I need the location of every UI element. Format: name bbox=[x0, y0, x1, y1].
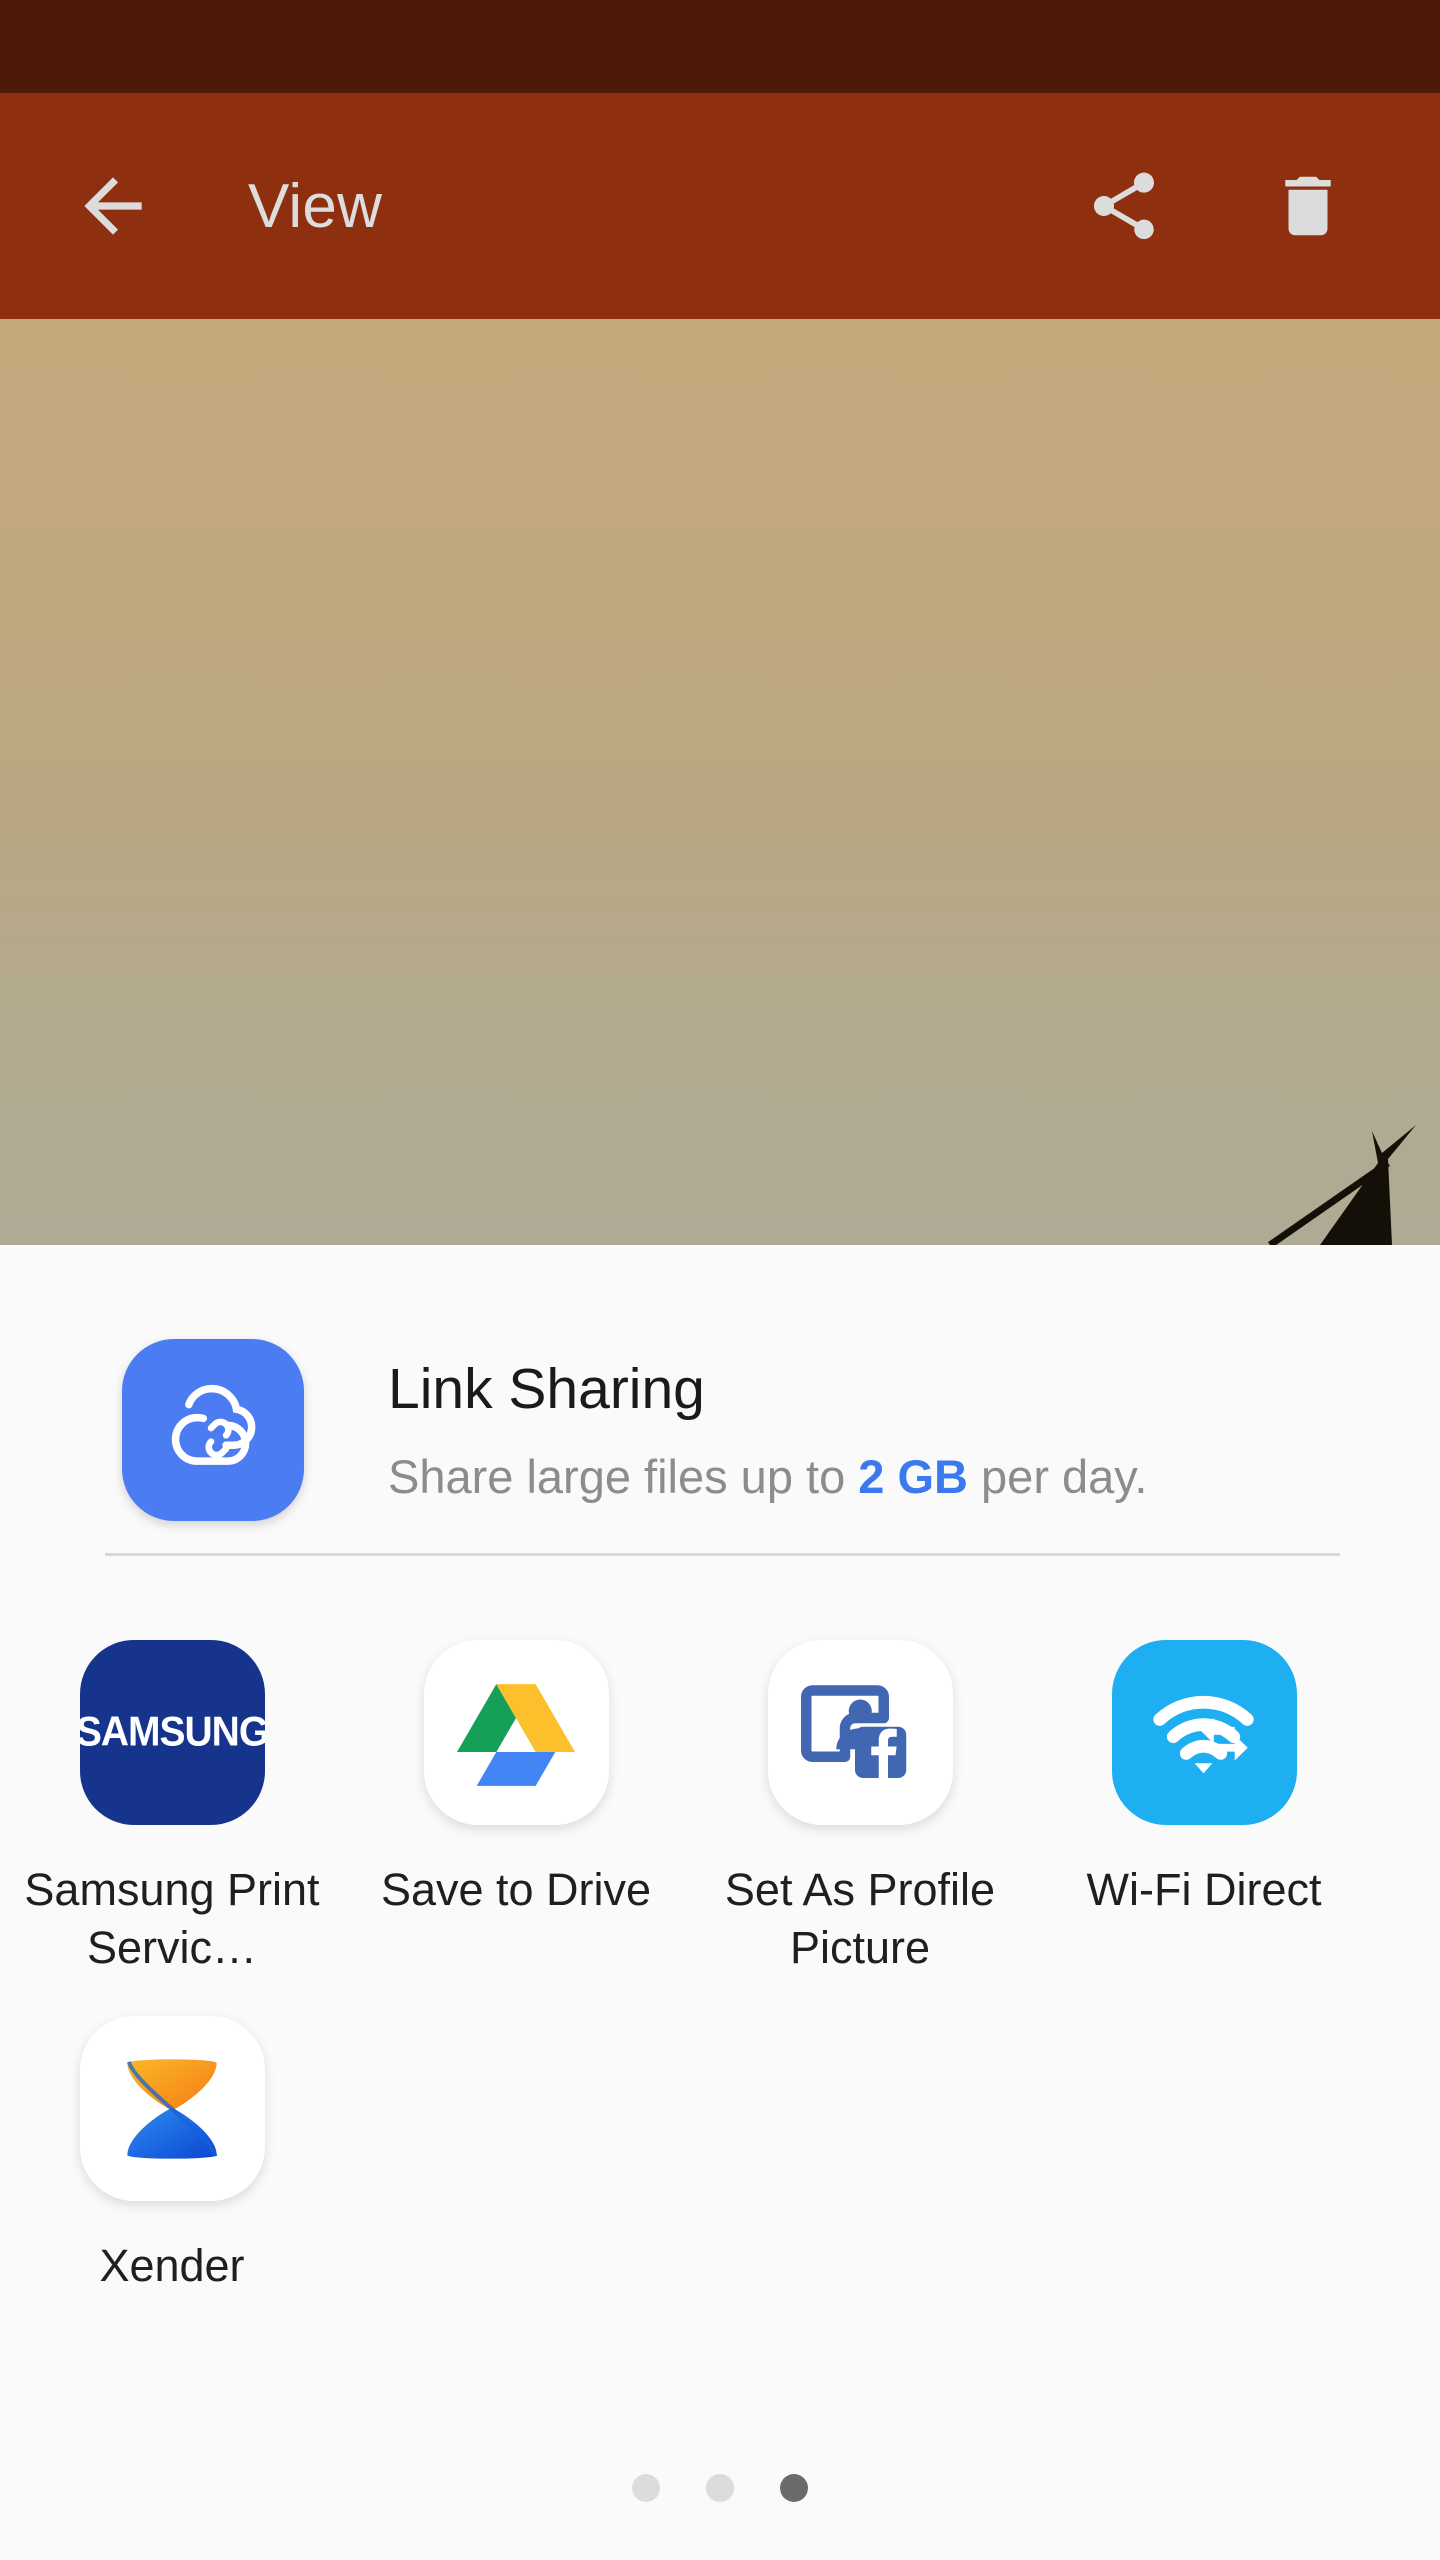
samsung-print-icon: SAMSUNG bbox=[79, 1640, 265, 1825]
xender-icon bbox=[79, 2016, 265, 2202]
app-bar: View bbox=[0, 93, 1440, 319]
drive-triangle-glyph bbox=[457, 1683, 575, 1786]
share-target-save-to-drive[interactable]: Save to Drive bbox=[344, 1600, 688, 1976]
share-target-label: Set As Profile Picture bbox=[724, 1864, 996, 1973]
link-sharing-title: Link Sharing bbox=[388, 1356, 705, 1421]
share-target-samsung-print[interactable]: SAMSUNG Samsung Print Servic… bbox=[0, 1600, 344, 1976]
page-dot-2[interactable] bbox=[706, 2474, 734, 2502]
facebook-photo-glyph bbox=[801, 1684, 907, 1778]
trash-icon bbox=[1285, 176, 1331, 236]
status-bar bbox=[0, 0, 1440, 93]
branch-silhouette bbox=[1268, 1125, 1416, 1245]
share-target-label: Save to Drive bbox=[380, 1864, 652, 1915]
link-sharing-quota: 2 GB bbox=[858, 1450, 968, 1503]
share-target-label: Samsung Print Servic… bbox=[24, 1864, 320, 1973]
phone-screen: View Link Sharing Share large files up t… bbox=[0, 0, 1440, 2560]
link-sharing-subtitle-prefix: Share large files up to bbox=[388, 1450, 859, 1503]
link-sharing-subtitle: Share large files up to 2 GB per day. bbox=[388, 1449, 1440, 1505]
page-dot-1[interactable] bbox=[632, 2474, 660, 2502]
arrow-left-icon bbox=[84, 177, 142, 235]
link-sharing-subtitle-suffix: per day. bbox=[967, 1450, 1148, 1503]
page-dot-3[interactable] bbox=[780, 2474, 808, 2502]
link-sharing-icon bbox=[122, 1339, 304, 1521]
sheet-divider bbox=[105, 1553, 1340, 1556]
wifi-direct-glyph bbox=[1153, 1695, 1254, 1773]
cloud-link-icon bbox=[171, 1384, 256, 1465]
page-indicator[interactable] bbox=[0, 2474, 1440, 2502]
samsung-wordmark: SAMSUNG bbox=[79, 1709, 265, 1755]
share-sheet: Link Sharing Share large files up to 2 G… bbox=[0, 1245, 1440, 2560]
link-sharing-icon-wrap bbox=[122, 1339, 304, 1521]
share-target-label: Xender bbox=[99, 2240, 245, 2292]
share-button[interactable] bbox=[1064, 146, 1184, 266]
facebook-profile-picture-icon bbox=[767, 1640, 953, 1825]
xender-hourglass-glyph bbox=[127, 2059, 218, 2159]
share-target-set-as-profile-picture[interactable]: Set As Profile Picture bbox=[688, 1600, 1032, 1976]
google-drive-icon bbox=[423, 1640, 609, 1825]
link-sharing-row[interactable]: Link Sharing Share large files up to 2 G… bbox=[0, 1315, 1440, 1545]
share-target-wifi-direct[interactable]: Wi-Fi Direct bbox=[1032, 1600, 1376, 1976]
share-target-grid: SAMSUNG Samsung Print Servic… Save to Dr… bbox=[0, 1600, 1440, 2295]
share-icon bbox=[1094, 172, 1154, 240]
delete-button[interactable] bbox=[1248, 146, 1368, 266]
back-button[interactable] bbox=[52, 145, 174, 267]
share-target-xender[interactable]: Xender bbox=[0, 1976, 344, 2295]
link-sharing-texts: Link Sharing Share large files up to 2 G… bbox=[388, 1355, 1440, 1506]
wifi-direct-icon bbox=[1111, 1640, 1297, 1825]
page-title: View bbox=[248, 171, 383, 241]
photo-preview[interactable] bbox=[0, 319, 1440, 1245]
share-target-label: Wi-Fi Direct bbox=[1086, 1864, 1322, 1915]
